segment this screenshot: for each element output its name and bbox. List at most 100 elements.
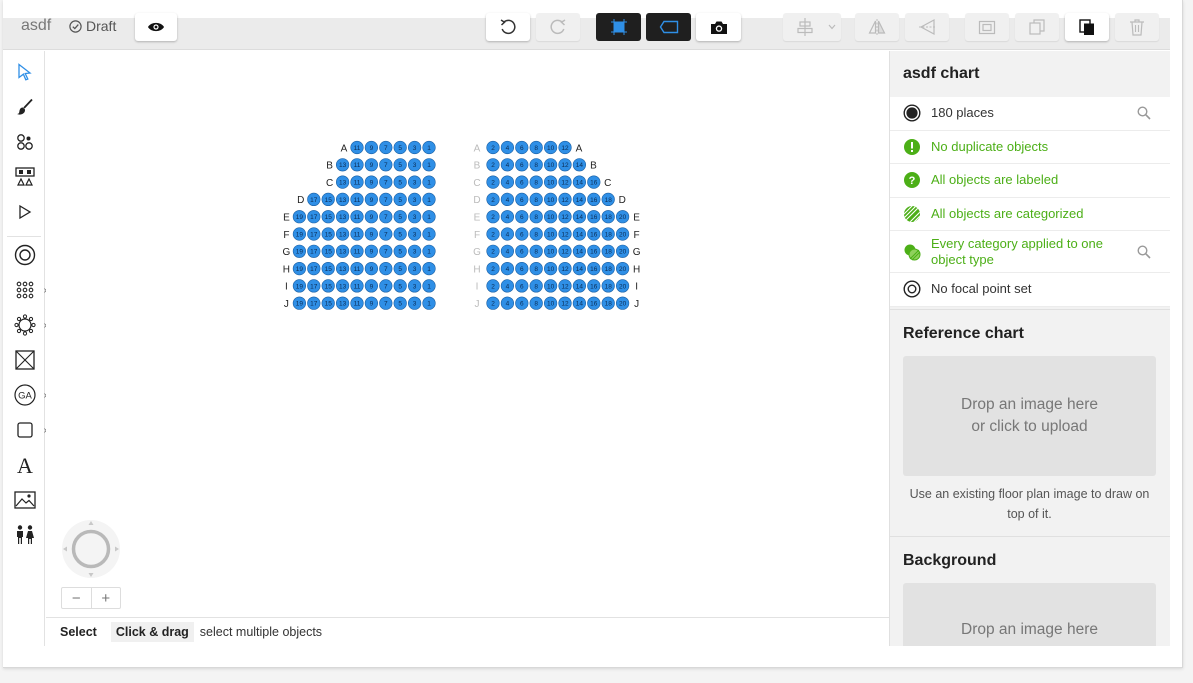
seat-row[interactable]: 19 17 15 13 11 9 7 5 3 1 I (285, 279, 436, 293)
reference-image-dropzone[interactable]: Drop an image here or click to upload (903, 356, 1156, 476)
show-labels-toggle[interactable] (646, 13, 691, 41)
seat-label: 6 (520, 145, 524, 152)
seat-row[interactable]: 19 17 15 13 11 9 7 5 3 1 E (283, 210, 436, 224)
brush-tool[interactable] (11, 93, 39, 121)
validation-item[interactable]: No duplicate objects (890, 131, 1170, 164)
seat-row[interactable]: H 2 4 6 8 10 12 14 16 18 20 H (473, 262, 640, 275)
seat-label: 11 (354, 301, 361, 308)
validation-item[interactable]: All objects are categorized (890, 198, 1170, 231)
icon-tool[interactable] (11, 521, 39, 549)
flip-vertical-button[interactable] (905, 13, 949, 41)
undo-button[interactable] (486, 13, 530, 41)
seat-row[interactable]: E 2 4 6 8 10 12 14 16 18 20 E (474, 210, 641, 224)
validation-item[interactable]: Every category applied to one object typ… (890, 231, 1170, 273)
seat-row[interactable]: 19 17 15 13 11 9 7 5 3 1 H (283, 262, 436, 275)
seat-label: 16 (590, 266, 598, 273)
seat-label: 14 (576, 301, 584, 308)
image-tool[interactable] (11, 486, 39, 514)
focal-point-tool[interactable] (11, 198, 39, 226)
seat-row[interactable]: D 2 4 6 8 10 12 14 16 18 D (473, 192, 626, 206)
current-tool-label: Select (60, 625, 97, 639)
duplicate-button[interactable] (1015, 13, 1059, 41)
seat-row[interactable]: 19 17 15 13 11 9 7 5 3 1 F (283, 227, 436, 241)
seat-label: 10 (547, 145, 555, 152)
validation-item[interactable]: No focal point set (890, 273, 1170, 307)
select-tool[interactable] (11, 58, 39, 86)
snap-to-grid-toggle[interactable] (596, 13, 641, 41)
section-divider (890, 309, 1170, 310)
round-seats-tool[interactable]: › (11, 311, 47, 339)
seat-label: 2 (491, 162, 495, 169)
seat-row[interactable]: I 2 4 6 8 10 12 14 16 18 20 I (476, 279, 638, 293)
seat-row[interactable]: 19 17 15 13 11 9 7 5 3 1 G (283, 244, 436, 258)
seat-label: 8 (534, 266, 538, 273)
seat-label: 10 (547, 301, 555, 308)
seat-row[interactable]: 13 11 9 7 5 3 1 B (326, 158, 436, 172)
validation-item-label: No duplicate objects (931, 138, 1049, 154)
shape-tool[interactable]: › (11, 416, 47, 444)
seat-row[interactable]: F 2 4 6 8 10 12 14 16 18 20 F (474, 227, 640, 241)
seat-row[interactable]: G 2 4 6 8 10 12 14 16 18 20 G (473, 244, 641, 258)
seat-row[interactable]: C 2 4 6 8 10 12 14 16 C (473, 175, 611, 189)
seat-row[interactable]: 13 11 9 7 5 3 1 C (326, 175, 436, 189)
flip-horizontal-button[interactable] (855, 13, 899, 41)
seat-label: 3 (413, 301, 417, 308)
chart-canvas[interactable]: 11 9 7 5 3 1 A 13 11 9 7 5 3 1 B 13 11 9 7 5 3 1 C 17 15 13 11 9 7 5 3… (46, 51, 889, 617)
seat-row[interactable]: A 2 4 6 8 10 12 A (474, 140, 583, 154)
seat-row[interactable]: 19 17 15 13 11 9 7 5 3 1 J (284, 296, 436, 310)
search-icon[interactable] (1137, 244, 1151, 262)
inspector-panel: asdf chart 180 places No duplicate object… (889, 51, 1170, 646)
pan-control[interactable] (61, 519, 121, 579)
seat-label: 18 (605, 266, 613, 273)
seat-label: 7 (384, 145, 388, 152)
validation-item[interactable]: 180 places (890, 97, 1170, 131)
booth-tool[interactable] (11, 346, 39, 374)
text-tool[interactable]: A (11, 451, 39, 479)
seat-label: 13 (339, 162, 347, 169)
paste-button[interactable] (1065, 13, 1109, 41)
seat-label: 4 (506, 231, 510, 238)
redo-button[interactable] (536, 13, 580, 41)
seat-label: 1 (427, 214, 431, 221)
row-label-start: J (475, 299, 480, 310)
validation-list: 180 places No duplicate objects ? All objec… (890, 97, 1170, 307)
seat-label: 8 (534, 145, 538, 152)
background-image-dropzone[interactable]: Drop an image here (903, 583, 1156, 646)
round-table-tool[interactable] (11, 241, 39, 269)
seat-label: 9 (370, 180, 374, 187)
seat-label: 9 (370, 197, 374, 204)
preview-button[interactable] (135, 13, 177, 41)
seat-tool[interactable] (11, 128, 39, 156)
seat-label: 12 (561, 266, 569, 273)
seat-label: 9 (370, 145, 374, 152)
seat-label: 13 (339, 231, 347, 238)
section-divider (890, 536, 1170, 537)
seat-label: 4 (506, 180, 510, 187)
group-button[interactable] (965, 13, 1009, 41)
seat-label: 6 (520, 283, 524, 290)
seat-label: 15 (325, 301, 333, 308)
seat-label: 17 (310, 266, 318, 273)
status-bar: Select Click & drag select multiple obje… (46, 617, 889, 646)
seat-label: 6 (520, 249, 524, 256)
row-label-start: C (473, 178, 480, 189)
chart-name[interactable]: asdf (21, 17, 51, 35)
row-label-end: F (634, 230, 640, 241)
booth-icon (15, 350, 35, 370)
validation-item[interactable]: ? All objects are labeled (890, 164, 1170, 198)
zoom-in-button[interactable]: + (92, 588, 121, 608)
search-icon[interactable] (1137, 106, 1151, 123)
zoom-out-button[interactable]: − (62, 588, 92, 608)
general-admission-tool[interactable]: GA › (11, 381, 47, 409)
table-tool[interactable] (11, 163, 39, 191)
seat-row[interactable]: B 2 4 6 8 10 12 14 B (474, 158, 597, 172)
seat-row[interactable]: J 2 4 6 8 10 12 14 16 18 20 J (475, 296, 640, 310)
seat-grid-tool[interactable]: › (11, 276, 47, 304)
row-label-end: I (635, 282, 638, 293)
align-dropdown[interactable] (783, 13, 841, 41)
seat-row[interactable]: 11 9 7 5 3 1 A (341, 140, 436, 154)
screenshot-button[interactable] (696, 13, 741, 41)
seat-label: 3 (413, 249, 417, 256)
delete-button[interactable] (1115, 13, 1159, 41)
seat-row[interactable]: 17 15 13 11 9 7 5 3 1 D (297, 192, 436, 206)
